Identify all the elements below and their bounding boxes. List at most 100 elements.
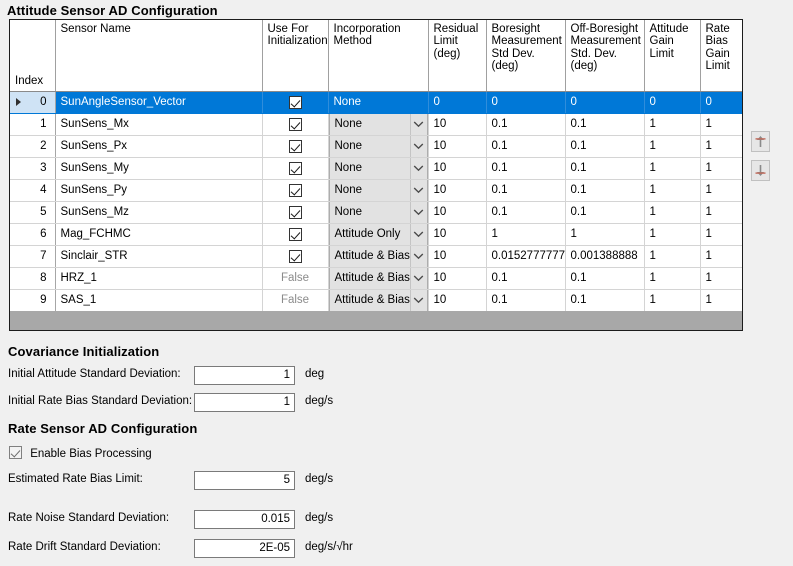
attitude-gain-limit-cell[interactable]: 0 [644, 91, 700, 113]
sensor-name-cell[interactable]: SAS_1 [55, 289, 262, 311]
incorporation-method-dropdown[interactable]: None [329, 180, 428, 201]
incorporation-method-cell[interactable]: None [328, 135, 428, 157]
chevron-down-icon[interactable] [410, 268, 427, 289]
incorporation-method-cell[interactable]: Attitude & Bias [328, 245, 428, 267]
table-row[interactable]: 6Mag_FCHMCAttitude Only101111 [10, 223, 742, 245]
rate-bias-gain-limit-cell[interactable]: 0 [700, 91, 742, 113]
initial-attitude-std-input[interactable]: 1 [194, 366, 295, 385]
boresight-std-cell[interactable]: 0.1 [486, 135, 565, 157]
row-index-cell[interactable]: 8 [10, 267, 55, 289]
residual-limit-cell[interactable]: 10 [428, 179, 486, 201]
sensor-name-cell[interactable]: Mag_FCHMC [55, 223, 262, 245]
use-for-initialization-cell[interactable] [262, 135, 328, 157]
incorporation-method-dropdown[interactable]: None [329, 136, 428, 157]
chevron-down-icon[interactable] [410, 202, 427, 223]
attitude-gain-limit-cell[interactable]: 1 [644, 201, 700, 223]
table-row[interactable]: 7Sinclair_STRAttitude & Bias100.01527777… [10, 245, 742, 267]
table-row[interactable]: 0SunAngleSensor_VectorNone00000 [10, 91, 742, 113]
off-boresight-std-cell[interactable]: 0.1 [565, 179, 644, 201]
rate-bias-gain-limit-cell[interactable]: 1 [700, 113, 742, 135]
use-for-initialization-cell[interactable] [262, 157, 328, 179]
use-for-initialization-checkbox[interactable] [289, 228, 302, 241]
enable-bias-processing-row[interactable]: Enable Bias Processing [9, 446, 152, 462]
rate-drift-std-input[interactable]: 2E-05 [194, 539, 295, 558]
table-row[interactable]: 8HRZ_1FalseAttitude & Bias100.10.111 [10, 267, 742, 289]
use-for-initialization-checkbox[interactable] [289, 184, 302, 197]
sensor-name-cell[interactable]: Sinclair_STR [55, 245, 262, 267]
table-row[interactable]: 2SunSens_PxNone100.10.111 [10, 135, 742, 157]
initial-rate-bias-std-input[interactable]: 1 [194, 393, 295, 412]
off-boresight-std-cell[interactable]: 0 [565, 91, 644, 113]
enable-bias-processing-checkbox[interactable] [9, 446, 22, 459]
sensor-name-cell[interactable]: SunSens_My [55, 157, 262, 179]
use-for-initialization-checkbox[interactable] [289, 206, 302, 219]
grid-header-sensor_name[interactable]: Sensor Name [55, 20, 262, 91]
use-for-initialization-cell[interactable] [262, 201, 328, 223]
attitude-gain-limit-cell[interactable]: 1 [644, 267, 700, 289]
boresight-std-cell[interactable]: 0.1 [486, 267, 565, 289]
residual-limit-cell[interactable]: 10 [428, 201, 486, 223]
incorporation-method-dropdown[interactable]: None [329, 158, 428, 179]
grid-header-use_for_init[interactable]: Use For Initialization [262, 20, 328, 91]
boresight-std-cell[interactable]: 0.1 [486, 179, 565, 201]
off-boresight-std-cell[interactable]: 0.1 [565, 267, 644, 289]
sensor-grid-container[interactable]: IndexSensor NameUse For InitializationIn… [9, 19, 743, 331]
move-row-up-button[interactable] [751, 131, 770, 152]
use-for-initialization-cell[interactable]: False [262, 267, 328, 289]
sensor-name-cell[interactable]: SunSens_Mx [55, 113, 262, 135]
table-row[interactable]: 5SunSens_MzNone100.10.111 [10, 201, 742, 223]
sensor-grid[interactable]: IndexSensor NameUse For InitializationIn… [10, 20, 742, 312]
row-index-cell[interactable]: 4 [10, 179, 55, 201]
residual-limit-cell[interactable]: 10 [428, 223, 486, 245]
off-boresight-std-cell[interactable]: 0.1 [565, 201, 644, 223]
table-row[interactable]: 1SunSens_MxNone100.10.111 [10, 113, 742, 135]
incorporation-method-cell[interactable]: None [328, 91, 428, 113]
table-row[interactable]: 4SunSens_PyNone100.10.111 [10, 179, 742, 201]
rate-bias-gain-limit-cell[interactable]: 1 [700, 289, 742, 311]
rate-bias-gain-limit-cell[interactable]: 1 [700, 245, 742, 267]
chevron-down-icon[interactable] [410, 290, 427, 311]
chevron-down-icon[interactable] [410, 224, 427, 245]
off-boresight-std-cell[interactable]: 0.1 [565, 135, 644, 157]
row-index-cell[interactable]: 7 [10, 245, 55, 267]
residual-limit-cell[interactable]: 10 [428, 135, 486, 157]
table-row[interactable]: 9SAS_1FalseAttitude & Bias100.10.111 [10, 289, 742, 311]
incorporation-method-cell[interactable]: Attitude & Bias [328, 289, 428, 311]
boresight-std-cell[interactable]: 0.1 [486, 157, 565, 179]
off-boresight-std-cell[interactable]: 0.1 [565, 157, 644, 179]
off-boresight-std-cell[interactable]: 0.1 [565, 113, 644, 135]
rate-noise-std-input[interactable]: 0.015 [194, 510, 295, 529]
row-index-cell[interactable]: 9 [10, 289, 55, 311]
incorporation-method-dropdown[interactable]: Attitude & Bias [329, 246, 428, 267]
boresight-std-cell[interactable]: 0.0152777777 [486, 245, 565, 267]
incorporation-method-cell[interactable]: Attitude & Bias [328, 267, 428, 289]
rate-bias-gain-limit-cell[interactable]: 1 [700, 201, 742, 223]
chevron-down-icon[interactable] [410, 180, 427, 201]
sensor-name-cell[interactable]: SunSens_Mz [55, 201, 262, 223]
residual-limit-cell[interactable]: 10 [428, 157, 486, 179]
incorporation-method-cell[interactable]: None [328, 179, 428, 201]
incorporation-method-dropdown[interactable]: Attitude & Bias [329, 268, 428, 289]
attitude-gain-limit-cell[interactable]: 1 [644, 135, 700, 157]
attitude-gain-limit-cell[interactable]: 1 [644, 179, 700, 201]
incorporation-method-dropdown[interactable]: None [329, 202, 428, 223]
grid-header-incorporation[interactable]: Incorporation Method [328, 20, 428, 91]
grid-header-residual[interactable]: Residual Limit (deg) [428, 20, 486, 91]
chevron-down-icon[interactable] [410, 114, 427, 135]
row-index-cell[interactable]: 5 [10, 201, 55, 223]
boresight-std-cell[interactable]: 0.1 [486, 201, 565, 223]
use-for-initialization-checkbox[interactable] [289, 140, 302, 153]
use-for-initialization-checkbox[interactable] [289, 250, 302, 263]
rate-bias-gain-limit-cell[interactable]: 1 [700, 223, 742, 245]
attitude-gain-limit-cell[interactable]: 1 [644, 223, 700, 245]
boresight-std-cell[interactable]: 0.1 [486, 113, 565, 135]
boresight-std-cell[interactable]: 0.1 [486, 289, 565, 311]
row-index-cell[interactable]: 3 [10, 157, 55, 179]
residual-limit-cell[interactable]: 10 [428, 267, 486, 289]
use-for-initialization-checkbox[interactable] [289, 96, 302, 109]
row-index-cell[interactable]: 6 [10, 223, 55, 245]
boresight-std-cell[interactable]: 0 [486, 91, 565, 113]
grid-header-offboresight[interactable]: Off-Boresight Measurement Std. Dev. (deg… [565, 20, 644, 91]
residual-limit-cell[interactable]: 10 [428, 113, 486, 135]
incorporation-method-cell[interactable]: None [328, 201, 428, 223]
